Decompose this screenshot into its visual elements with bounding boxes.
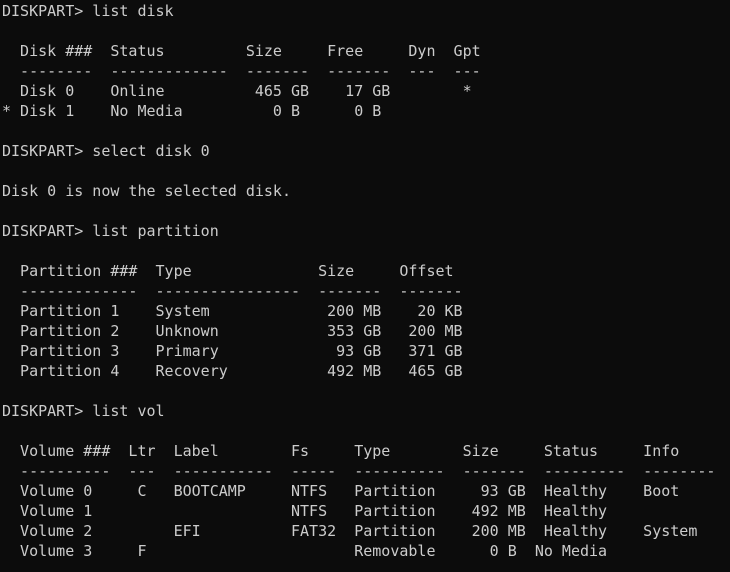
command-list-disk: DISKPART> list disk: [2, 2, 174, 20]
command-select-disk: DISKPART> select disk 0: [2, 142, 210, 160]
partition-table-row: Partition 1 System 200 MB 20 KB: [2, 302, 463, 320]
disk-table-header: Disk ### Status Size Free Dyn Gpt: [2, 42, 481, 60]
volume-table-header: Volume ### Ltr Label Fs Type Size Status…: [2, 442, 680, 460]
partition-table-row: Partition 2 Unknown 353 GB 200 MB: [2, 322, 463, 340]
diskpart-console[interactable]: DISKPART> list disk Disk ### Status Size…: [0, 0, 730, 572]
disk-table-row: Disk 0 Online 465 GB 17 GB *: [2, 82, 472, 100]
disk-table-row: * Disk 1 No Media 0 B 0 B: [2, 102, 382, 120]
command-list-partition: DISKPART> list partition: [2, 222, 219, 240]
partition-table-header: Partition ### Type Size Offset: [2, 262, 454, 280]
volume-table-row: Volume 2 EFI FAT32 Partition 200 MB Heal…: [2, 522, 698, 540]
partition-table-row: Partition 4 Recovery 492 MB 465 GB: [2, 362, 463, 380]
partition-table-separator: ------------- ---------------- ------- -…: [2, 282, 463, 300]
disk-table-separator: -------- ------------- ------- ------- -…: [2, 62, 481, 80]
volume-table-row: Volume 3 F Removable 0 B No Media: [2, 542, 608, 560]
command-list-vol: DISKPART> list vol: [2, 402, 165, 420]
volume-table-separator: ---------- --- ----------- ----- -------…: [2, 462, 716, 480]
select-disk-message: Disk 0 is now the selected disk.: [2, 182, 291, 200]
volume-table-row: Volume 0 C BOOTCAMP NTFS Partition 93 GB…: [2, 482, 680, 500]
volume-table-row: Volume 1 NTFS Partition 492 MB Healthy: [2, 502, 608, 520]
partition-table-row: Partition 3 Primary 93 GB 371 GB: [2, 342, 463, 360]
